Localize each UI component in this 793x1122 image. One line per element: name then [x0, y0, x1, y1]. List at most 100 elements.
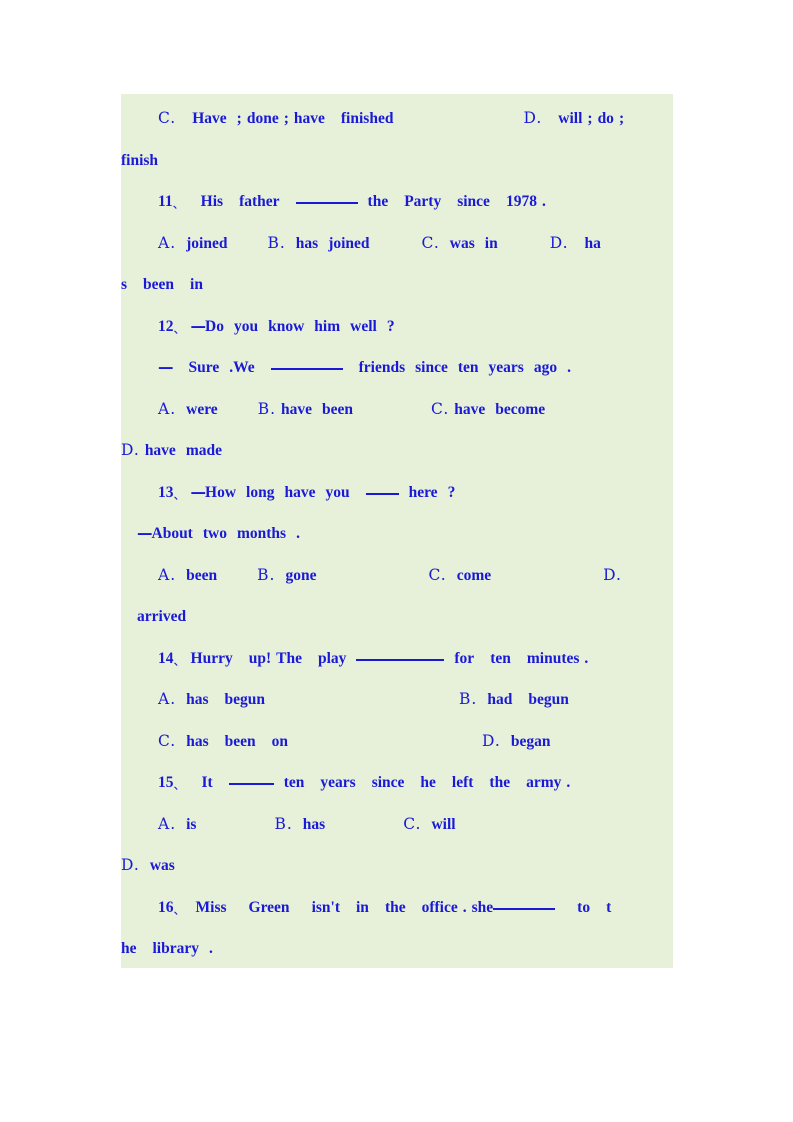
option-letter[interactable]: C.	[431, 400, 449, 418]
option-letter[interactable]: D.	[523, 109, 542, 127]
option-letter[interactable]: B.	[274, 815, 292, 833]
text-run: has	[186, 732, 209, 750]
document-line: 14、 Hurry up! The play for ten minutes.	[121, 638, 673, 680]
text-run: Have	[192, 110, 227, 127]
option-letter[interactable]: C.	[158, 732, 176, 750]
option-letter[interactable]: A.	[158, 566, 176, 584]
document-line: 16、 Miss Green isn't in the office. she to t	[121, 887, 673, 929]
text-run: was	[449, 234, 475, 252]
text-run: How	[205, 483, 237, 501]
text-run: long	[246, 483, 275, 501]
text-run: ;	[283, 110, 289, 127]
option-letter[interactable]: B.	[258, 400, 276, 418]
em-dash: —	[190, 316, 206, 335]
text-run: made	[185, 442, 222, 459]
text-run: Hurry	[190, 649, 233, 667]
option-letter[interactable]: D.	[482, 732, 501, 750]
text-run: left	[451, 774, 474, 791]
text-run: been	[224, 732, 256, 750]
text-run: isn't	[311, 898, 340, 916]
text-run: .	[566, 774, 571, 791]
text-run: ;	[236, 110, 242, 127]
text-run: .	[541, 193, 546, 210]
option-letter[interactable]: B.	[257, 566, 275, 584]
option-letter[interactable]: C.	[422, 234, 440, 252]
option-letter[interactable]: A.	[158, 690, 176, 708]
text-run: library	[152, 940, 200, 957]
text-run: .	[462, 898, 467, 916]
fill-in-blank[interactable]	[270, 355, 343, 370]
option-letter[interactable]: B.	[267, 234, 285, 252]
text-run: 13	[158, 483, 174, 501]
text-run: ago	[533, 359, 558, 376]
document-line: A. been B. gone C. come D.	[121, 555, 673, 597]
option-letter[interactable]: C.	[158, 109, 176, 127]
text-run: come	[456, 566, 492, 584]
document-line: 13、 —How long have you here?	[121, 472, 673, 514]
text-run: joined	[328, 234, 370, 252]
text-run: have	[281, 400, 313, 418]
text-run: About	[151, 525, 193, 542]
text-run: know	[268, 317, 305, 335]
text-run: in	[190, 276, 203, 293]
text-run: have	[284, 483, 316, 501]
text-run: 14	[158, 649, 174, 667]
em-dash: —	[158, 358, 173, 376]
text-run: 12	[158, 317, 174, 335]
document-line: D. have made	[121, 430, 673, 472]
document-page: C. Have; done; have finished D. will; do; finish…	[0, 0, 793, 1122]
text-run: done	[246, 110, 279, 127]
ideographic-comma: 、	[172, 197, 185, 211]
option-letter[interactable]: A.	[158, 815, 176, 833]
option-letter[interactable]: D.	[603, 566, 622, 584]
option-letter[interactable]: C.	[403, 815, 421, 833]
text-run: ten	[457, 359, 479, 376]
document-line: 15、 It ten years since he left the army.	[121, 762, 673, 804]
text-run: in	[484, 234, 498, 252]
text-run: has	[186, 691, 209, 708]
text-run: for	[454, 649, 475, 667]
text-run: arrived	[137, 608, 187, 625]
document-line: s been in	[121, 264, 673, 306]
em-dash: —	[137, 524, 152, 542]
document-line: finish	[121, 140, 673, 182]
text-run: months	[236, 525, 287, 542]
text-run: .We	[229, 359, 255, 376]
fill-in-blank[interactable]	[228, 770, 274, 785]
document-line: A. were B. have been C. have become	[121, 389, 673, 431]
text-run: been	[322, 400, 354, 418]
option-letter[interactable]: D.	[121, 856, 140, 874]
ideographic-comma: 、	[173, 653, 186, 668]
text-run: ten	[490, 649, 511, 667]
option-letter[interactable]: A.	[158, 234, 176, 252]
option-letter[interactable]: B.	[459, 690, 477, 708]
text-run: up!	[248, 649, 272, 667]
option-letter[interactable]: C.	[428, 566, 446, 584]
text-run: has	[302, 815, 326, 833]
text-run: .	[567, 359, 571, 376]
text-run: It	[201, 774, 213, 791]
text-run: .	[584, 649, 589, 667]
text-run: Miss	[195, 898, 227, 916]
text-run: he	[420, 774, 436, 791]
ideographic-comma: 、	[173, 778, 186, 792]
text-run: minutes	[526, 649, 580, 667]
text-run: was	[149, 857, 175, 874]
text-run: on	[271, 732, 289, 750]
text-run: have	[144, 442, 176, 459]
text-run: finished	[340, 110, 394, 127]
document-line: — Sure .We friends since ten years ago.	[121, 347, 673, 389]
fill-in-blank[interactable]	[356, 646, 445, 661]
text-run: friends	[358, 359, 406, 376]
text-run: since	[457, 193, 490, 210]
text-run: His	[200, 193, 224, 210]
option-letter[interactable]: D.	[550, 234, 569, 252]
fill-in-blank[interactable]	[365, 480, 399, 495]
fill-in-blank[interactable]	[493, 895, 556, 910]
option-letter[interactable]: D.	[121, 441, 140, 459]
option-letter[interactable]: A.	[158, 400, 176, 418]
document-line: D. was	[121, 845, 673, 887]
text-run: years	[488, 359, 524, 376]
fill-in-blank[interactable]	[295, 189, 358, 204]
text-run: play	[317, 649, 347, 667]
